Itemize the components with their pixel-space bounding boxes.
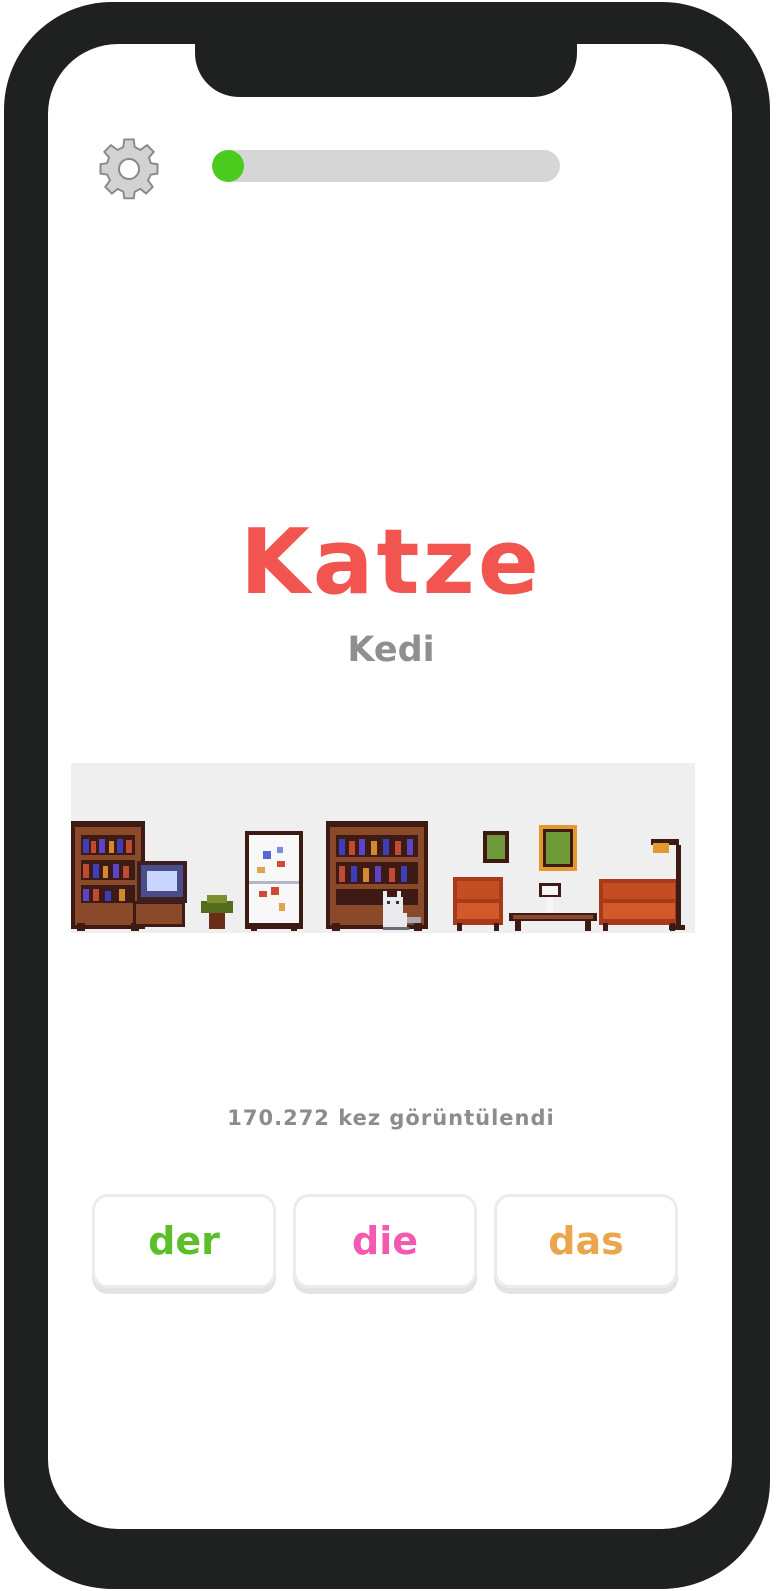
article-button-der[interactable]: der <box>92 1194 276 1288</box>
german-word: Katze <box>240 510 542 615</box>
coffee-table <box>509 883 597 931</box>
view-count: 170.272 kez görüntülendi <box>227 1106 555 1130</box>
sofa <box>599 879 679 931</box>
progress-bar <box>212 150 560 182</box>
potted-plant <box>201 895 233 929</box>
progress-fill <box>212 150 244 182</box>
article-button-die[interactable]: die <box>293 1194 477 1288</box>
armchair <box>453 877 503 931</box>
pixel-art-living-room <box>71 821 685 931</box>
bookcase-middle <box>326 821 428 931</box>
settings-button[interactable] <box>97 137 161 201</box>
wall-picture-small <box>483 831 509 863</box>
word-translation: Kedi <box>347 630 435 670</box>
article-button-das[interactable]: das <box>494 1194 678 1288</box>
gear-icon <box>99 138 159 200</box>
phone-notch <box>195 40 577 97</box>
room-illustration <box>71 763 695 933</box>
article-label-das: das <box>548 1219 624 1263</box>
tv-cabinet <box>133 861 187 927</box>
wall-picture-large <box>539 825 577 871</box>
fridge <box>245 831 303 931</box>
article-label-die: die <box>352 1219 418 1263</box>
article-label-der: der <box>148 1219 220 1263</box>
